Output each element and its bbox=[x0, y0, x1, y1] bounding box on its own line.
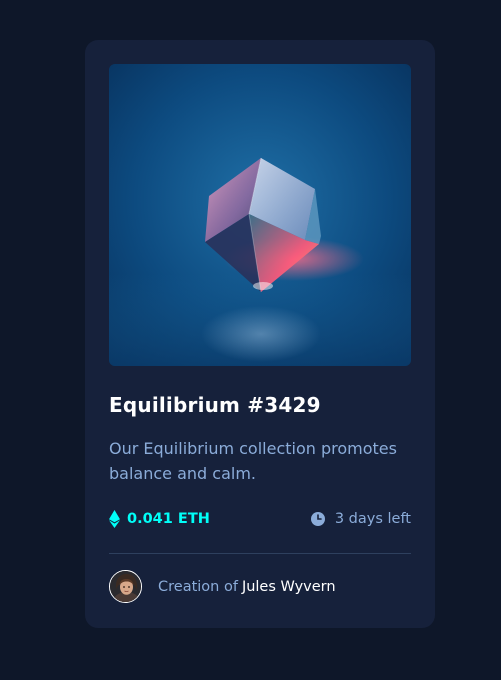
price-value: 0.041 ETH bbox=[127, 511, 210, 527]
time-info: 3 days left bbox=[310, 511, 411, 527]
nft-preview-card: Equilibrium #3429 Our Equilibrium collec… bbox=[85, 40, 435, 628]
creator-name-link[interactable]: Jules Wyvern bbox=[242, 579, 336, 595]
creator-info: Creation of Jules Wyvern bbox=[109, 570, 411, 603]
nft-description: Our Equilibrium collection promotes bala… bbox=[109, 439, 397, 483]
ethereum-icon bbox=[109, 510, 120, 528]
nft-stats: 0.041 ETH 3 days left bbox=[109, 507, 411, 531]
divider bbox=[109, 553, 411, 554]
clock-icon bbox=[310, 512, 325, 526]
price-info: 0.041 ETH bbox=[109, 510, 210, 528]
creator-prefix: Creation of bbox=[158, 578, 238, 595]
nft-title[interactable]: Equilibrium #3429 bbox=[109, 392, 411, 418]
nft-image[interactable] bbox=[109, 64, 411, 366]
time-left: 3 days left bbox=[334, 511, 411, 527]
avatar bbox=[109, 570, 142, 603]
